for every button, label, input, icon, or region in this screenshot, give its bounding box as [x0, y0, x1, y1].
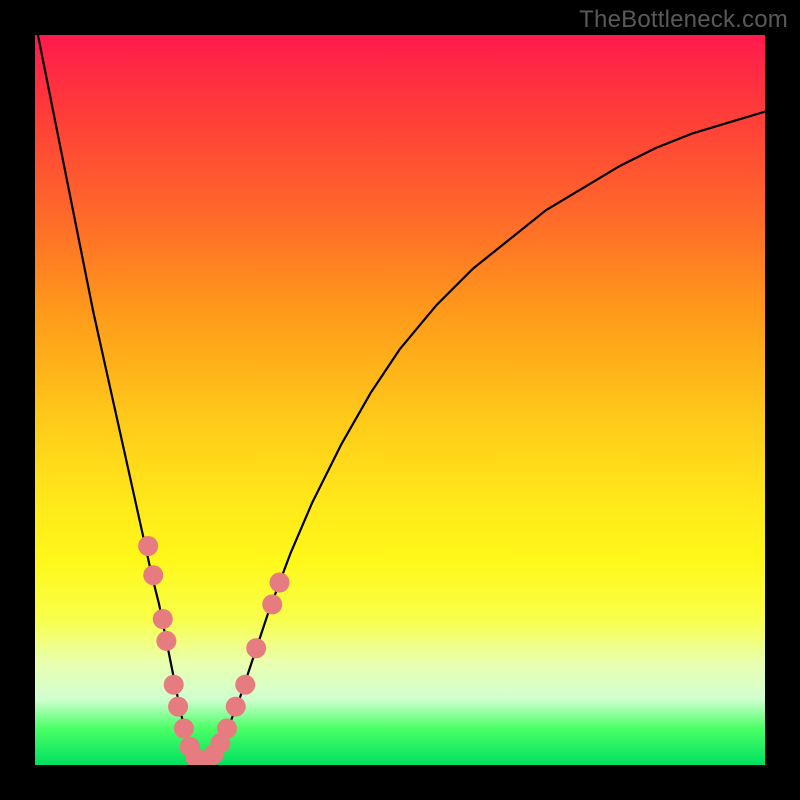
sample-point — [143, 565, 163, 585]
sample-point — [270, 573, 290, 593]
chart-frame: TheBottleneck.com — [0, 0, 800, 800]
sample-point — [156, 631, 176, 651]
bottleneck-curve — [35, 35, 765, 763]
sample-point — [138, 536, 158, 556]
sample-point — [262, 594, 282, 614]
sample-point — [153, 609, 173, 629]
sample-point — [217, 719, 237, 739]
sample-point — [164, 675, 184, 695]
sample-point — [235, 675, 255, 695]
sample-points-group — [138, 536, 289, 765]
sample-point — [246, 638, 266, 658]
sample-point — [168, 697, 188, 717]
sample-point — [174, 719, 194, 739]
watermark-text: TheBottleneck.com — [579, 6, 788, 34]
chart-svg — [35, 35, 765, 765]
plot-area — [35, 35, 765, 765]
sample-point — [226, 697, 246, 717]
